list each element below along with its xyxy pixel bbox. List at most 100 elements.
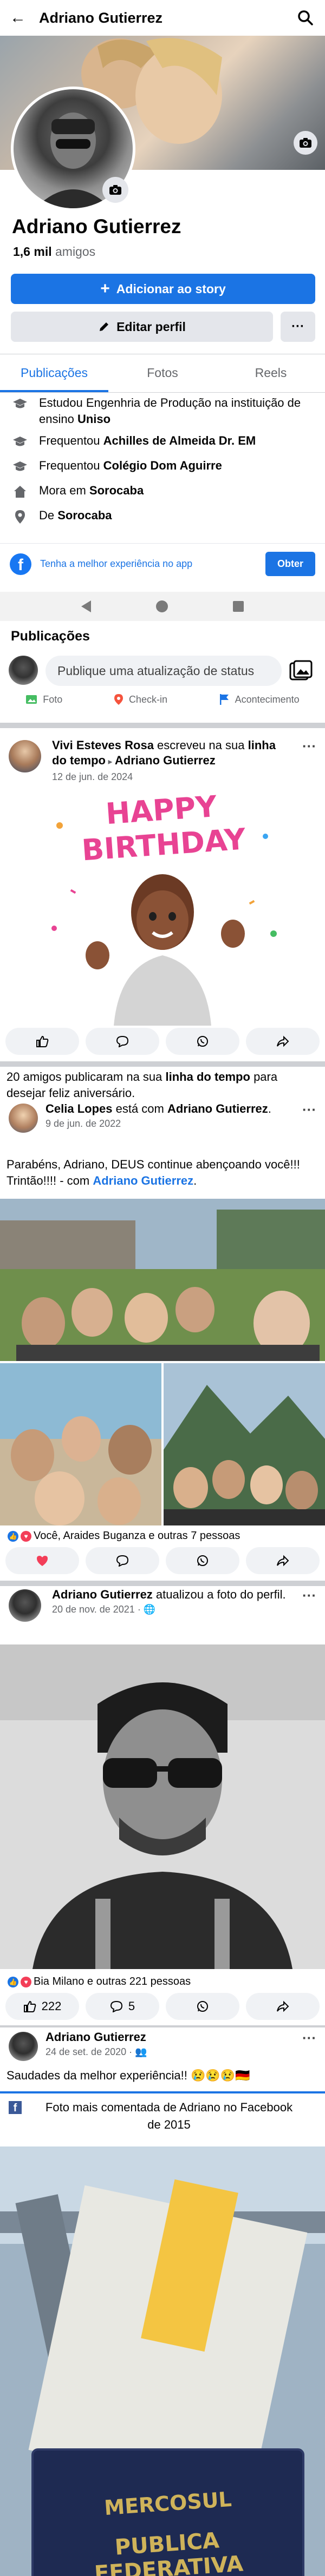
profile-photo-image[interactable] xyxy=(0,1644,325,1969)
status-input[interactable]: Publique uma atualização de status xyxy=(46,656,282,686)
post-celia-text: Parabéns, Adriano, DEUS continue abençoa… xyxy=(6,1157,318,1189)
post-celia-text-link[interactable]: Adriano Gutierrez xyxy=(93,1174,193,1187)
like-reaction-icon: 👍 xyxy=(8,1530,18,1542)
birthday-banner-text: HAPPY BIRTHDAY xyxy=(80,789,247,868)
pencil-icon xyxy=(100,322,109,331)
back-arrow-icon[interactable]: ← xyxy=(10,9,31,27)
post-date[interactable]: 20 de nov. de 2021 xyxy=(52,1604,135,1615)
birthday-image[interactable]: HAPPY BIRTHDAY xyxy=(32,789,292,1026)
whatsapp-icon xyxy=(197,1555,208,1566)
birthday-summary-link[interactable]: linha do tempo xyxy=(166,1070,250,1084)
memory-title: Foto mais comentada de Adriano no Facebo… xyxy=(45,2101,293,2131)
friends-count-label: amigos xyxy=(55,245,96,259)
share-arrow-icon xyxy=(277,1555,289,1567)
post-celia-header: Celia Lopes está com Adriano Gutierrez. … xyxy=(0,1101,325,1147)
flag-icon xyxy=(219,694,229,705)
tab-publicacoes[interactable]: Publicações xyxy=(0,354,108,392)
photo-action[interactable]: Foto xyxy=(25,693,62,705)
post-celia-actions xyxy=(5,1547,320,1574)
whatsapp-share-button[interactable] xyxy=(166,1547,239,1574)
post-author-avatar[interactable] xyxy=(9,1104,38,1133)
post-verb: está com xyxy=(112,1102,167,1115)
avatar-camera-button[interactable] xyxy=(102,177,128,203)
life-event-action[interactable]: Acontecimento xyxy=(219,693,300,705)
more-options-button[interactable]: ··· xyxy=(281,312,315,342)
share-button[interactable] xyxy=(246,1547,320,1574)
photo-icon xyxy=(26,695,37,704)
nav-back-icon[interactable] xyxy=(81,600,91,612)
detail-education-place[interactable]: Uniso xyxy=(77,412,110,426)
post-author-avatar[interactable] xyxy=(9,740,41,772)
post-profile-photo-reactions[interactable]: 👍 ♥ Bia Milano e outras 221 pessoas xyxy=(8,1976,191,1988)
post-author-name[interactable]: Vivi Esteves Rosa xyxy=(52,738,154,752)
detail-school-1-place[interactable]: Achilles de Almeida Dr. EM xyxy=(103,434,256,447)
detail-school-2-prefix: Frequentou xyxy=(39,459,103,472)
memory-card-header[interactable]: f Foto mais comentada de Adriano no Face… xyxy=(0,2099,325,2142)
detail-lives-place[interactable]: Sorocaba xyxy=(89,484,144,497)
love-reaction-icon: ♥ xyxy=(21,1530,31,1542)
group-photo-3[interactable] xyxy=(164,1363,325,1525)
tab-fotos[interactable]: Fotos xyxy=(108,354,217,392)
detail-from: De Sorocaba xyxy=(0,507,325,532)
post-author-avatar[interactable] xyxy=(9,2032,38,2061)
post-celia-reactions[interactable]: 👍 ♥ Você, Araides Buganza e outras 7 pes… xyxy=(8,1530,240,1542)
like-button[interactable]: 222 xyxy=(5,1993,79,2020)
add-story-button[interactable]: + Adicionar ao story xyxy=(11,274,315,304)
post-author-name[interactable]: Celia Lopes xyxy=(46,1102,112,1115)
group-photo-3-art xyxy=(164,1363,325,1525)
post-menu-button[interactable]: ··· xyxy=(302,2030,316,2046)
post-date[interactable]: 24 de set. de 2020 xyxy=(46,2046,126,2057)
group-photo-1-art xyxy=(0,1199,325,1361)
post-date[interactable]: 9 de jun. de 2022 xyxy=(46,1117,292,1131)
nav-recent-icon[interactable] xyxy=(233,601,244,612)
like-button[interactable] xyxy=(5,1028,79,1055)
comment-button[interactable]: 5 xyxy=(86,1993,159,2020)
get-app-button[interactable]: Obter xyxy=(265,552,315,576)
post-date[interactable]: 12 de jun. de 2024 xyxy=(52,770,292,784)
section-divider xyxy=(0,1061,325,1067)
section-divider xyxy=(0,723,325,728)
post-author-avatar[interactable] xyxy=(9,1589,41,1622)
cover-camera-button[interactable] xyxy=(294,131,317,155)
post-verb: atualizou a foto do perfil. xyxy=(152,1588,286,1601)
post-menu-button[interactable]: ··· xyxy=(302,738,316,755)
friends-count[interactable]: 1,6 mil amigos xyxy=(13,245,95,259)
photo-gallery-icon[interactable] xyxy=(289,660,313,682)
nav-home-icon[interactable] xyxy=(156,600,168,612)
post-to-name[interactable]: Adriano Gutierrez xyxy=(115,754,216,767)
search-icon[interactable] xyxy=(296,8,315,28)
friends-audience-icon: 👥 xyxy=(135,2046,147,2057)
post-menu-button[interactable]: ··· xyxy=(302,1101,316,1118)
app-banner-text[interactable]: Tenha a melhor experiência no app xyxy=(31,558,265,570)
home-icon xyxy=(14,486,26,498)
post-author-name[interactable]: Adriano Gutierrez xyxy=(46,2030,292,2045)
group-photo-1[interactable] xyxy=(0,1199,325,1361)
birthday-summary-prefix: 20 amigos publicaram na sua xyxy=(6,1070,166,1084)
status-composer: Publique uma atualização de status Foto … xyxy=(0,651,325,716)
tab-reels[interactable]: Reels xyxy=(217,354,325,392)
detail-school-2-place[interactable]: Colégio Dom Aguirre xyxy=(103,459,222,472)
detail-school-1-prefix: Frequentou xyxy=(39,434,103,447)
top-bar: ← Adriano Gutierrez xyxy=(0,0,325,36)
share-button[interactable] xyxy=(246,1993,320,2020)
group-photo-2[interactable] xyxy=(0,1363,161,1525)
comment-button[interactable] xyxy=(86,1547,159,1574)
post-menu-button[interactable]: ··· xyxy=(302,1587,316,1604)
edit-profile-button[interactable]: Editar perfil xyxy=(11,312,273,342)
life-event-action-label: Acontecimento xyxy=(235,693,300,705)
share-button[interactable] xyxy=(246,1028,320,1055)
share-arrow-icon xyxy=(277,1035,289,1047)
graduation-cap-icon xyxy=(13,437,27,446)
like-count: 222 xyxy=(41,1999,62,2013)
post-with-name[interactable]: Adriano Gutierrez xyxy=(167,1102,268,1115)
checkin-action[interactable]: Check-in xyxy=(114,693,167,705)
whatsapp-share-button[interactable] xyxy=(166,1028,239,1055)
post-author-name[interactable]: Adriano Gutierrez xyxy=(52,1588,153,1601)
detail-from-place[interactable]: Sorocaba xyxy=(57,508,112,522)
comment-button[interactable] xyxy=(86,1028,159,1055)
profile-avatar[interactable] xyxy=(11,87,135,211)
memory-photo[interactable]: MERCOSUL PUBLICA FEDERATIVA xyxy=(0,2146,325,2576)
love-button[interactable] xyxy=(5,1547,79,1574)
detail-school-1: Frequentou Achilles de Almeida Dr. EM xyxy=(0,433,325,458)
whatsapp-share-button[interactable] xyxy=(166,1993,239,2020)
